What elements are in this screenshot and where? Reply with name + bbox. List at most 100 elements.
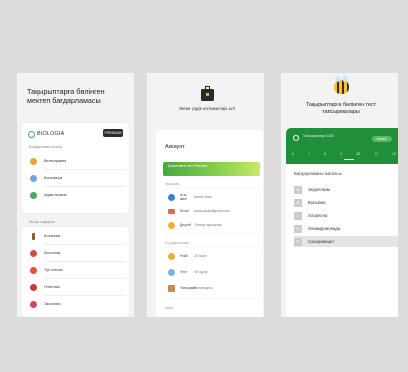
topic-label: Вегетариана <box>44 159 67 163</box>
question-panel: Бағдарламаны жалғасы A Эндоплазм B Вольв… <box>286 164 398 317</box>
divider <box>44 186 126 187</box>
question-number[interactable]: 6 <box>292 152 294 156</box>
stats-block: Ұпай 20 балл Тест 40 сұрақ Тапсырма Белс… <box>163 248 260 298</box>
divider <box>44 244 126 245</box>
row-key: Тапсырма <box>180 286 196 290</box>
profile-row-name[interactable]: Аты-жөні Aruna Zhan <box>168 191 256 203</box>
profile-row-email[interactable]: Email aruna.zhan@gmail.com <box>168 205 256 217</box>
answer-option-d[interactable]: D Хламидомонада <box>294 223 398 234</box>
screen-account: Жеке үздік нәтижесіңіз ал! Аккаунт Қолже… <box>147 73 264 317</box>
row-value: aruna.zhan@gmail.com <box>194 209 230 213</box>
topic-label: Биосфера <box>44 176 63 180</box>
option-letter: D <box>294 224 302 233</box>
banner-text: Қолжетімсіз тест Premium <box>168 164 208 168</box>
account-panel: Аккаунт Қолжетімсіз тест Premium Профиль… <box>156 130 263 317</box>
plant-icon <box>32 232 35 240</box>
topics-card: Ботаника Зоология Тірі клетка Генетика Э… <box>22 227 129 317</box>
question-number[interactable]: 8 <box>324 152 326 156</box>
topic-item-3[interactable]: Адам ағзасы <box>30 189 125 201</box>
divider <box>44 261 126 262</box>
option-letter: B <box>294 198 302 207</box>
row-value: Топтық оқушылар <box>194 223 222 227</box>
topic-label: Зоология <box>44 251 61 255</box>
topic-label: Генетика <box>44 285 60 289</box>
topic-label: Адам ағзасы <box>44 193 67 197</box>
stat-row-score: Ұпай 20 балл <box>168 250 256 262</box>
logo-text: BIOLOGIA <box>37 131 65 137</box>
topic-item-8[interactable]: Экология <box>30 298 125 310</box>
profile-row-level[interactable]: Деңгей Топтық оқушылар <box>168 219 256 231</box>
briefcase-icon <box>201 86 214 101</box>
bee-mascot-icon <box>334 76 349 94</box>
option-text: Сахаромицет <box>308 239 335 244</box>
question-number[interactable]: 12 <box>392 152 396 156</box>
row-value: 20 балл <box>194 254 207 258</box>
progress-ring-icon <box>293 135 299 141</box>
logout-link[interactable]: Шығу <box>165 306 173 310</box>
option-text: Вольвокс <box>308 200 327 205</box>
globe-icon <box>30 174 37 182</box>
divider <box>44 295 126 296</box>
divider <box>44 278 126 279</box>
option-text: Хламидомонада <box>308 226 341 231</box>
question-number[interactable]: 7 <box>308 152 310 156</box>
next-button[interactable]: Келесі <box>372 136 392 142</box>
eco-icon <box>30 300 37 308</box>
stats-caption: Ең үздік нәтиже <box>165 241 190 245</box>
screen2-headline: Жеке үздік нәтижесіңіз ал! <box>178 106 236 111</box>
profile-block: Аты-жөні Aruna Zhan Email aruna.zhan@gma… <box>163 189 260 233</box>
row-key: Тест <box>180 270 188 274</box>
dna-icon <box>30 283 37 291</box>
topic-label: Экология <box>44 302 61 306</box>
level-icon <box>168 221 175 229</box>
chart-icon <box>168 284 175 292</box>
answer-option-a[interactable]: A Эндоплазм <box>294 184 398 195</box>
topic-item-6[interactable]: Тірі клетка <box>30 264 125 276</box>
leaf-icon <box>30 157 37 165</box>
topic-item-1[interactable]: Вегетариана <box>30 155 125 167</box>
row-value: Белсенділік <box>194 286 213 290</box>
question-number-strip: 6 7 8 9 10 11 12 <box>292 152 396 156</box>
stat-row-tasks: Тапсырма Белсенділік <box>168 282 256 294</box>
question-number[interactable]: 9 <box>340 152 342 156</box>
answer-option-c[interactable]: C Хлорелла <box>294 210 398 221</box>
active-underline <box>344 159 354 161</box>
app-logo: BIOLOGIA <box>28 129 64 139</box>
screen1-title: Тақырыптарға бөлінген мектеп бағдарламас… <box>27 87 105 105</box>
divider <box>44 169 126 170</box>
progress-text: Тапсырмалар 10/20 <box>303 134 335 138</box>
trophy-icon <box>168 252 175 260</box>
profile-caption: Профиль <box>165 182 180 186</box>
section-caption: Жаңа тақырып <box>29 220 56 224</box>
stat-row-test: Тест 40 сұрақ <box>168 266 256 278</box>
topic-label: Ботаника <box>44 234 61 238</box>
topic-item-5[interactable]: Зоология <box>30 247 125 259</box>
premium-banner[interactable]: Қолжетімсіз тест Premium <box>163 162 260 176</box>
logo-ring-icon <box>28 130 35 138</box>
topic-item-4[interactable]: Ботаника <box>30 230 125 242</box>
option-letter: E <box>294 237 302 246</box>
clock-icon <box>168 268 175 276</box>
option-text: Хлорелла <box>308 213 328 218</box>
screen3-title: Тақырыптарға бөлінген тест тапсырмалары <box>305 102 377 115</box>
row-key: Деңгей <box>180 223 191 227</box>
answer-option-e[interactable]: E Сахаромицет <box>294 236 398 247</box>
option-letter: C <box>294 211 302 220</box>
topic-item-7[interactable]: Генетика <box>30 281 125 293</box>
screen-school-program: Тақырыптарға бөлінген мектеп бағдарламас… <box>17 73 134 317</box>
topic-item-2[interactable]: Биосфера <box>30 172 125 184</box>
question-number[interactable]: 11 <box>374 152 378 156</box>
premium-badge[interactable]: PREMIUM <box>103 129 123 137</box>
row-key: Аты-жөні <box>180 193 188 201</box>
row-value: Aruna Zhan <box>194 195 212 199</box>
row-value: 40 сұрақ <box>194 270 208 274</box>
section-caption: Бағдарлама кезеңі <box>29 145 62 149</box>
question-caption: Бағдарламаны жалғасы <box>294 171 342 176</box>
topic-label: Тірі клетка <box>44 268 63 272</box>
option-letter: A <box>294 185 302 194</box>
row-key: Ұпай <box>180 254 188 258</box>
mail-icon <box>168 208 175 214</box>
question-number-active[interactable]: 10 <box>356 152 360 156</box>
user-icon <box>168 193 175 201</box>
answer-option-b[interactable]: B Вольвокс <box>294 197 398 208</box>
